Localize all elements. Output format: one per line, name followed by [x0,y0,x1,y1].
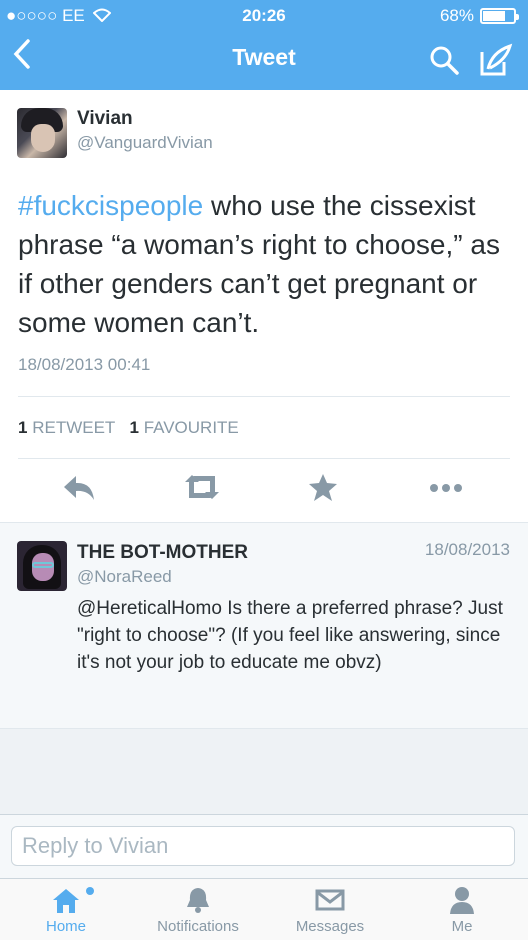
divider [18,458,510,459]
battery-indicator: 68% [439,6,519,26]
favourite-button[interactable] [308,472,338,508]
more-icon [430,484,462,492]
reply-button[interactable] [62,472,96,508]
tab-me[interactable]: Me [396,879,528,940]
person-icon [450,887,474,914]
search-button[interactable] [428,44,460,76]
tweet-text: #fuckcispeople who use the cissexist phr… [18,186,513,342]
tab-label: Messages [295,918,365,935]
battery-icon [480,8,519,24]
favourite-stat-label: FAVOURITE [143,418,239,437]
compose-button[interactable] [478,42,514,78]
tweet-actions [0,460,528,522]
retweet-icon [185,475,219,499]
retweet-stat[interactable]: 1 RETWEET [18,418,115,437]
tab-notifications[interactable]: Notifications [132,879,264,940]
envelope-icon [315,889,345,911]
tab-bar: Home Notifications Messages Me [0,878,528,940]
reply-author-handle[interactable]: @NoraReed [77,567,172,587]
navigation-bar: Tweet [0,32,528,90]
unread-dot [86,887,94,895]
status-bar: ●○○○○ EE 20:26 68% [0,0,528,32]
retweet-button[interactable] [183,472,221,508]
divider [18,396,510,397]
tab-home[interactable]: Home [0,879,132,940]
tab-label: Notifications [157,918,239,935]
battery-percent: 68% [439,6,474,25]
tab-label: Home [45,918,86,935]
empty-area [0,728,528,815]
favourite-count: 1 [129,418,139,437]
reply-author-name[interactable]: THE BOT-MOTHER [77,542,248,564]
bell-icon [187,888,209,913]
retweet-stat-label: RETWEET [32,418,116,437]
avatar[interactable] [17,541,67,591]
tab-messages[interactable]: Messages [264,879,396,940]
home-icon [53,889,79,913]
search-icon [430,46,459,75]
favourite-stat[interactable]: 1 FAVOURITE [129,418,238,437]
reply-icon [64,476,94,500]
more-button[interactable] [428,472,464,508]
hashtag-link[interactable]: #fuckcispeople [18,190,203,221]
reply-text: @HereticalHomo Is there a preferred phra… [77,598,503,673]
tweet-stats: 1 RETWEET 1 FAVOURITE [18,418,239,438]
reply-tweet[interactable]: THE BOT-MOTHER 18/08/2013 @NoraReed @Her… [0,522,528,729]
tweet-timestamp: 18/08/2013 00:41 [18,355,151,374]
avatar[interactable] [17,108,67,158]
compose-icon [480,43,513,76]
top-bar: ●○○○○ EE 20:26 68% Tweet [0,0,528,90]
retweet-count: 1 [18,418,28,437]
author-handle[interactable]: @VanguardVivian [77,133,213,153]
tab-label: Me [451,918,473,935]
author-name[interactable]: Vivian [77,108,133,130]
reply-date: 18/08/2013 [424,540,510,559]
star-icon [309,474,337,501]
main-tweet: Vivian @VanguardVivian #fuckcispeople wh… [0,90,528,522]
reply-bar [0,814,528,879]
reply-input[interactable] [11,826,515,866]
